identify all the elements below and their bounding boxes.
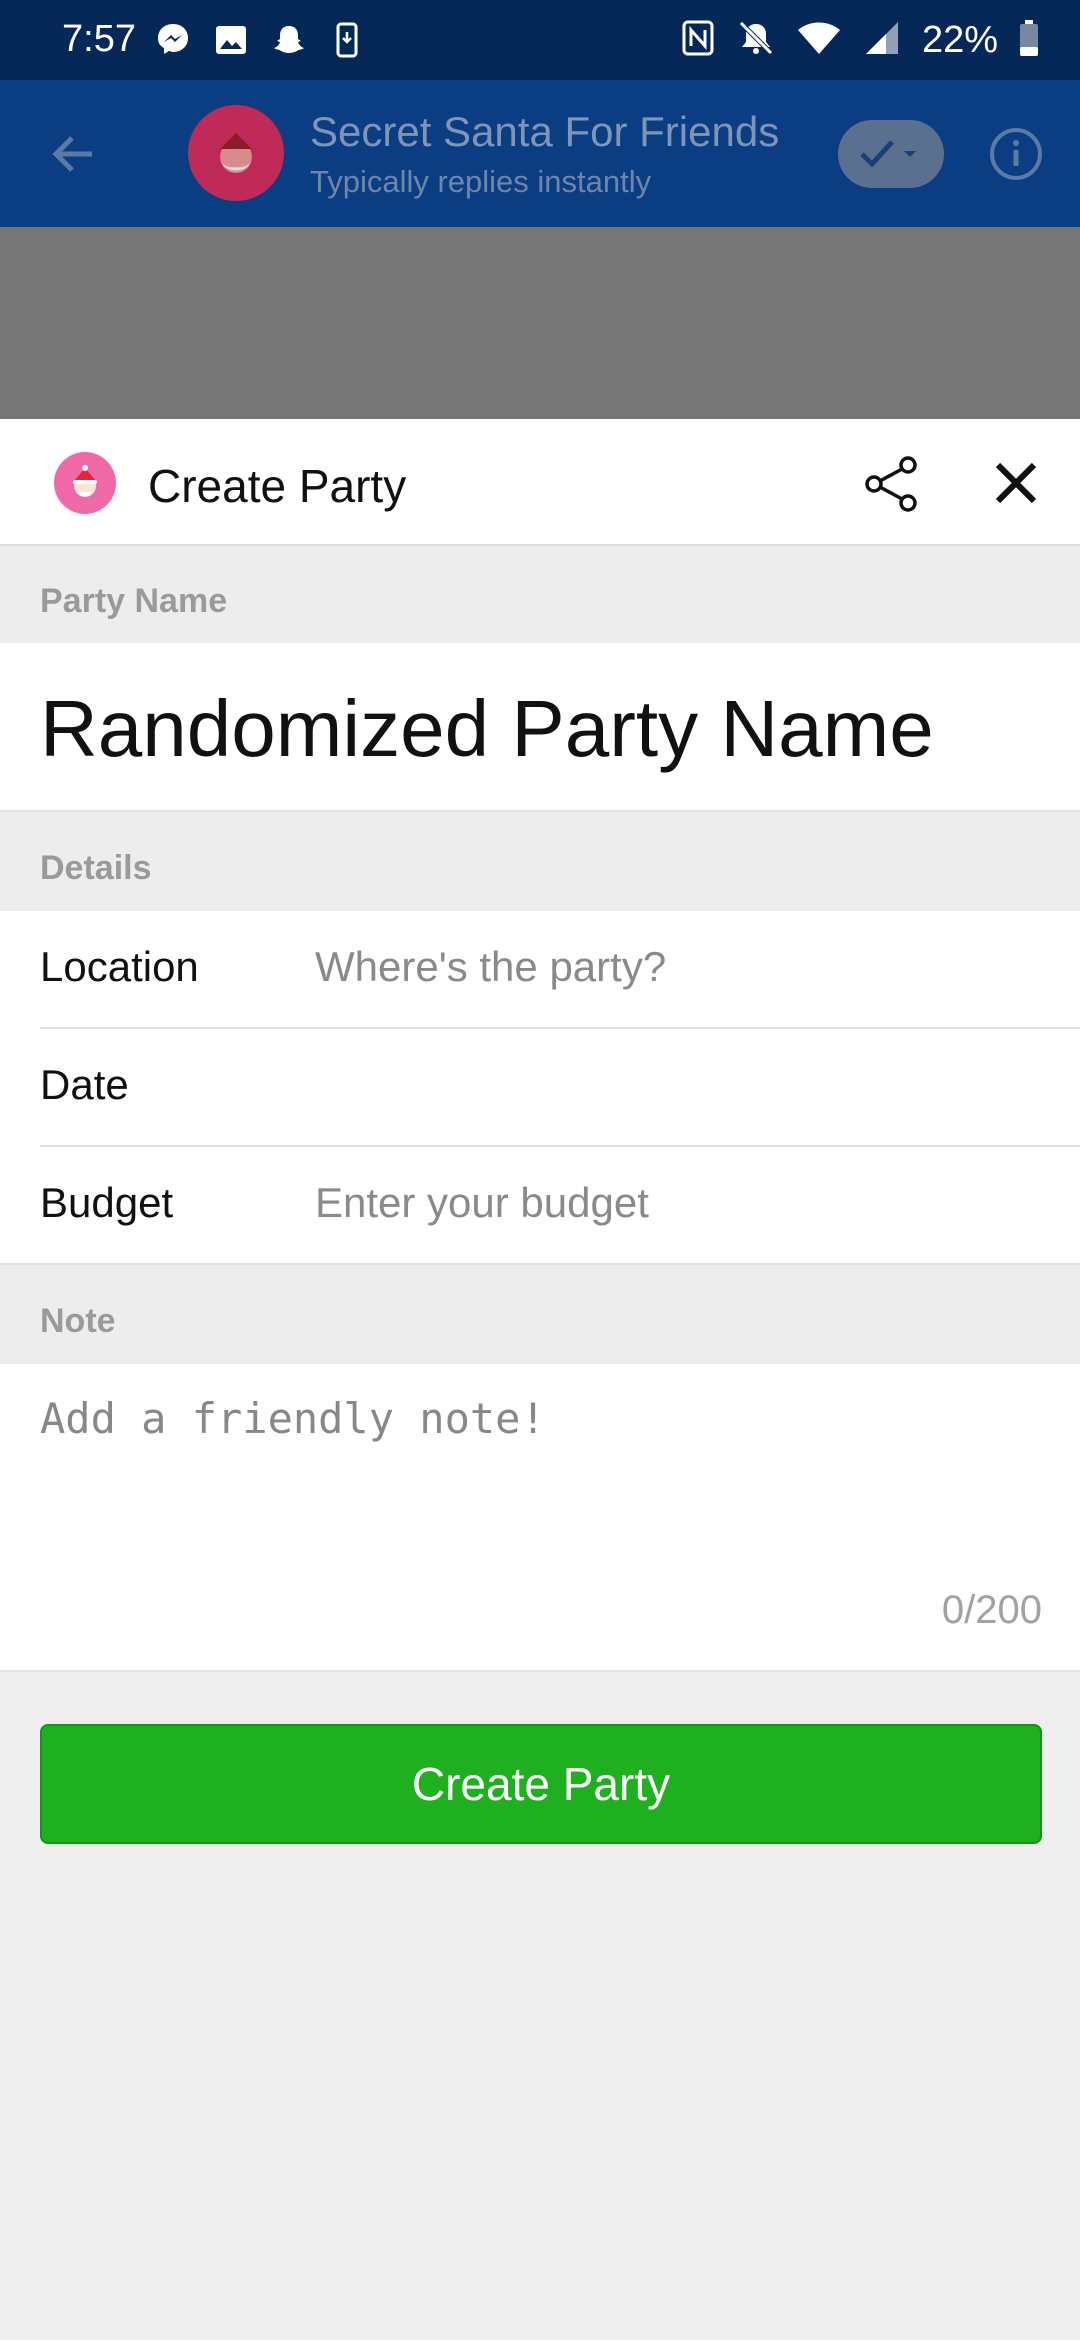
info-icon[interactable] <box>988 126 1044 182</box>
status-bar: 7:57 22% <box>0 0 1080 80</box>
wifi-icon <box>796 18 842 63</box>
system-status: 22% <box>680 18 1040 63</box>
phone-download-icon <box>329 20 365 60</box>
battery-icon <box>1018 18 1040 63</box>
close-icon[interactable] <box>992 459 1040 507</box>
signal-icon <box>862 18 902 63</box>
nfc-icon <box>680 18 716 63</box>
sheet-title: Create Party <box>148 460 407 512</box>
party-name-section-label: Party Name <box>0 546 1080 643</box>
date-row[interactable]: Date <box>0 1029 1080 1147</box>
budget-label: Budget <box>40 1179 174 1226</box>
location-row[interactable]: Location Where's the party? <box>0 911 1080 1029</box>
note-section-label: Note <box>0 1265 1080 1364</box>
note-placeholder[interactable]: Add a friendly note! <box>40 1394 546 1443</box>
bell-off-icon <box>736 18 776 63</box>
date-label: Date <box>40 1061 129 1108</box>
status-check-button[interactable] <box>838 120 944 188</box>
details-section-label: Details <box>0 812 1080 911</box>
snapchat-icon <box>271 20 307 60</box>
status-time: 7:57 <box>62 18 136 60</box>
chat-subtitle: Typically replies instantly <box>310 164 652 199</box>
notification-icons <box>155 20 365 60</box>
details-list: Location Where's the party? Date Budget … <box>0 911 1080 1265</box>
messenger-icon <box>155 20 191 60</box>
battery-percentage: 22% <box>921 19 998 61</box>
location-input[interactable]: Where's the party? <box>315 943 666 991</box>
budget-input[interactable]: Enter your budget <box>315 1179 649 1227</box>
location-label: Location <box>40 943 199 990</box>
chat-app-bar: Secret Santa For Friends Typically repli… <box>0 80 1080 227</box>
party-name-value[interactable]: Randomized Party Name <box>40 683 934 775</box>
note-character-counter: 0/200 <box>941 1588 1042 1632</box>
create-party-button[interactable]: Create Party <box>40 1724 1042 1844</box>
share-icon[interactable] <box>862 455 920 513</box>
chat-title: Secret Santa For Friends <box>310 108 780 155</box>
gallery-icon <box>213 20 249 60</box>
budget-row[interactable]: Budget Enter your budget <box>0 1147 1080 1265</box>
note-textarea[interactable]: Add a friendly note! 0/200 <box>0 1364 1080 1672</box>
santa-logo-icon <box>54 452 116 514</box>
sheet-header: Create Party <box>0 419 1080 546</box>
bot-avatar[interactable] <box>188 105 284 201</box>
party-name-field[interactable]: Randomized Party Name <box>0 643 1080 812</box>
backdrop-overlay[interactable] <box>0 227 1080 419</box>
back-arrow-icon[interactable] <box>44 124 104 184</box>
